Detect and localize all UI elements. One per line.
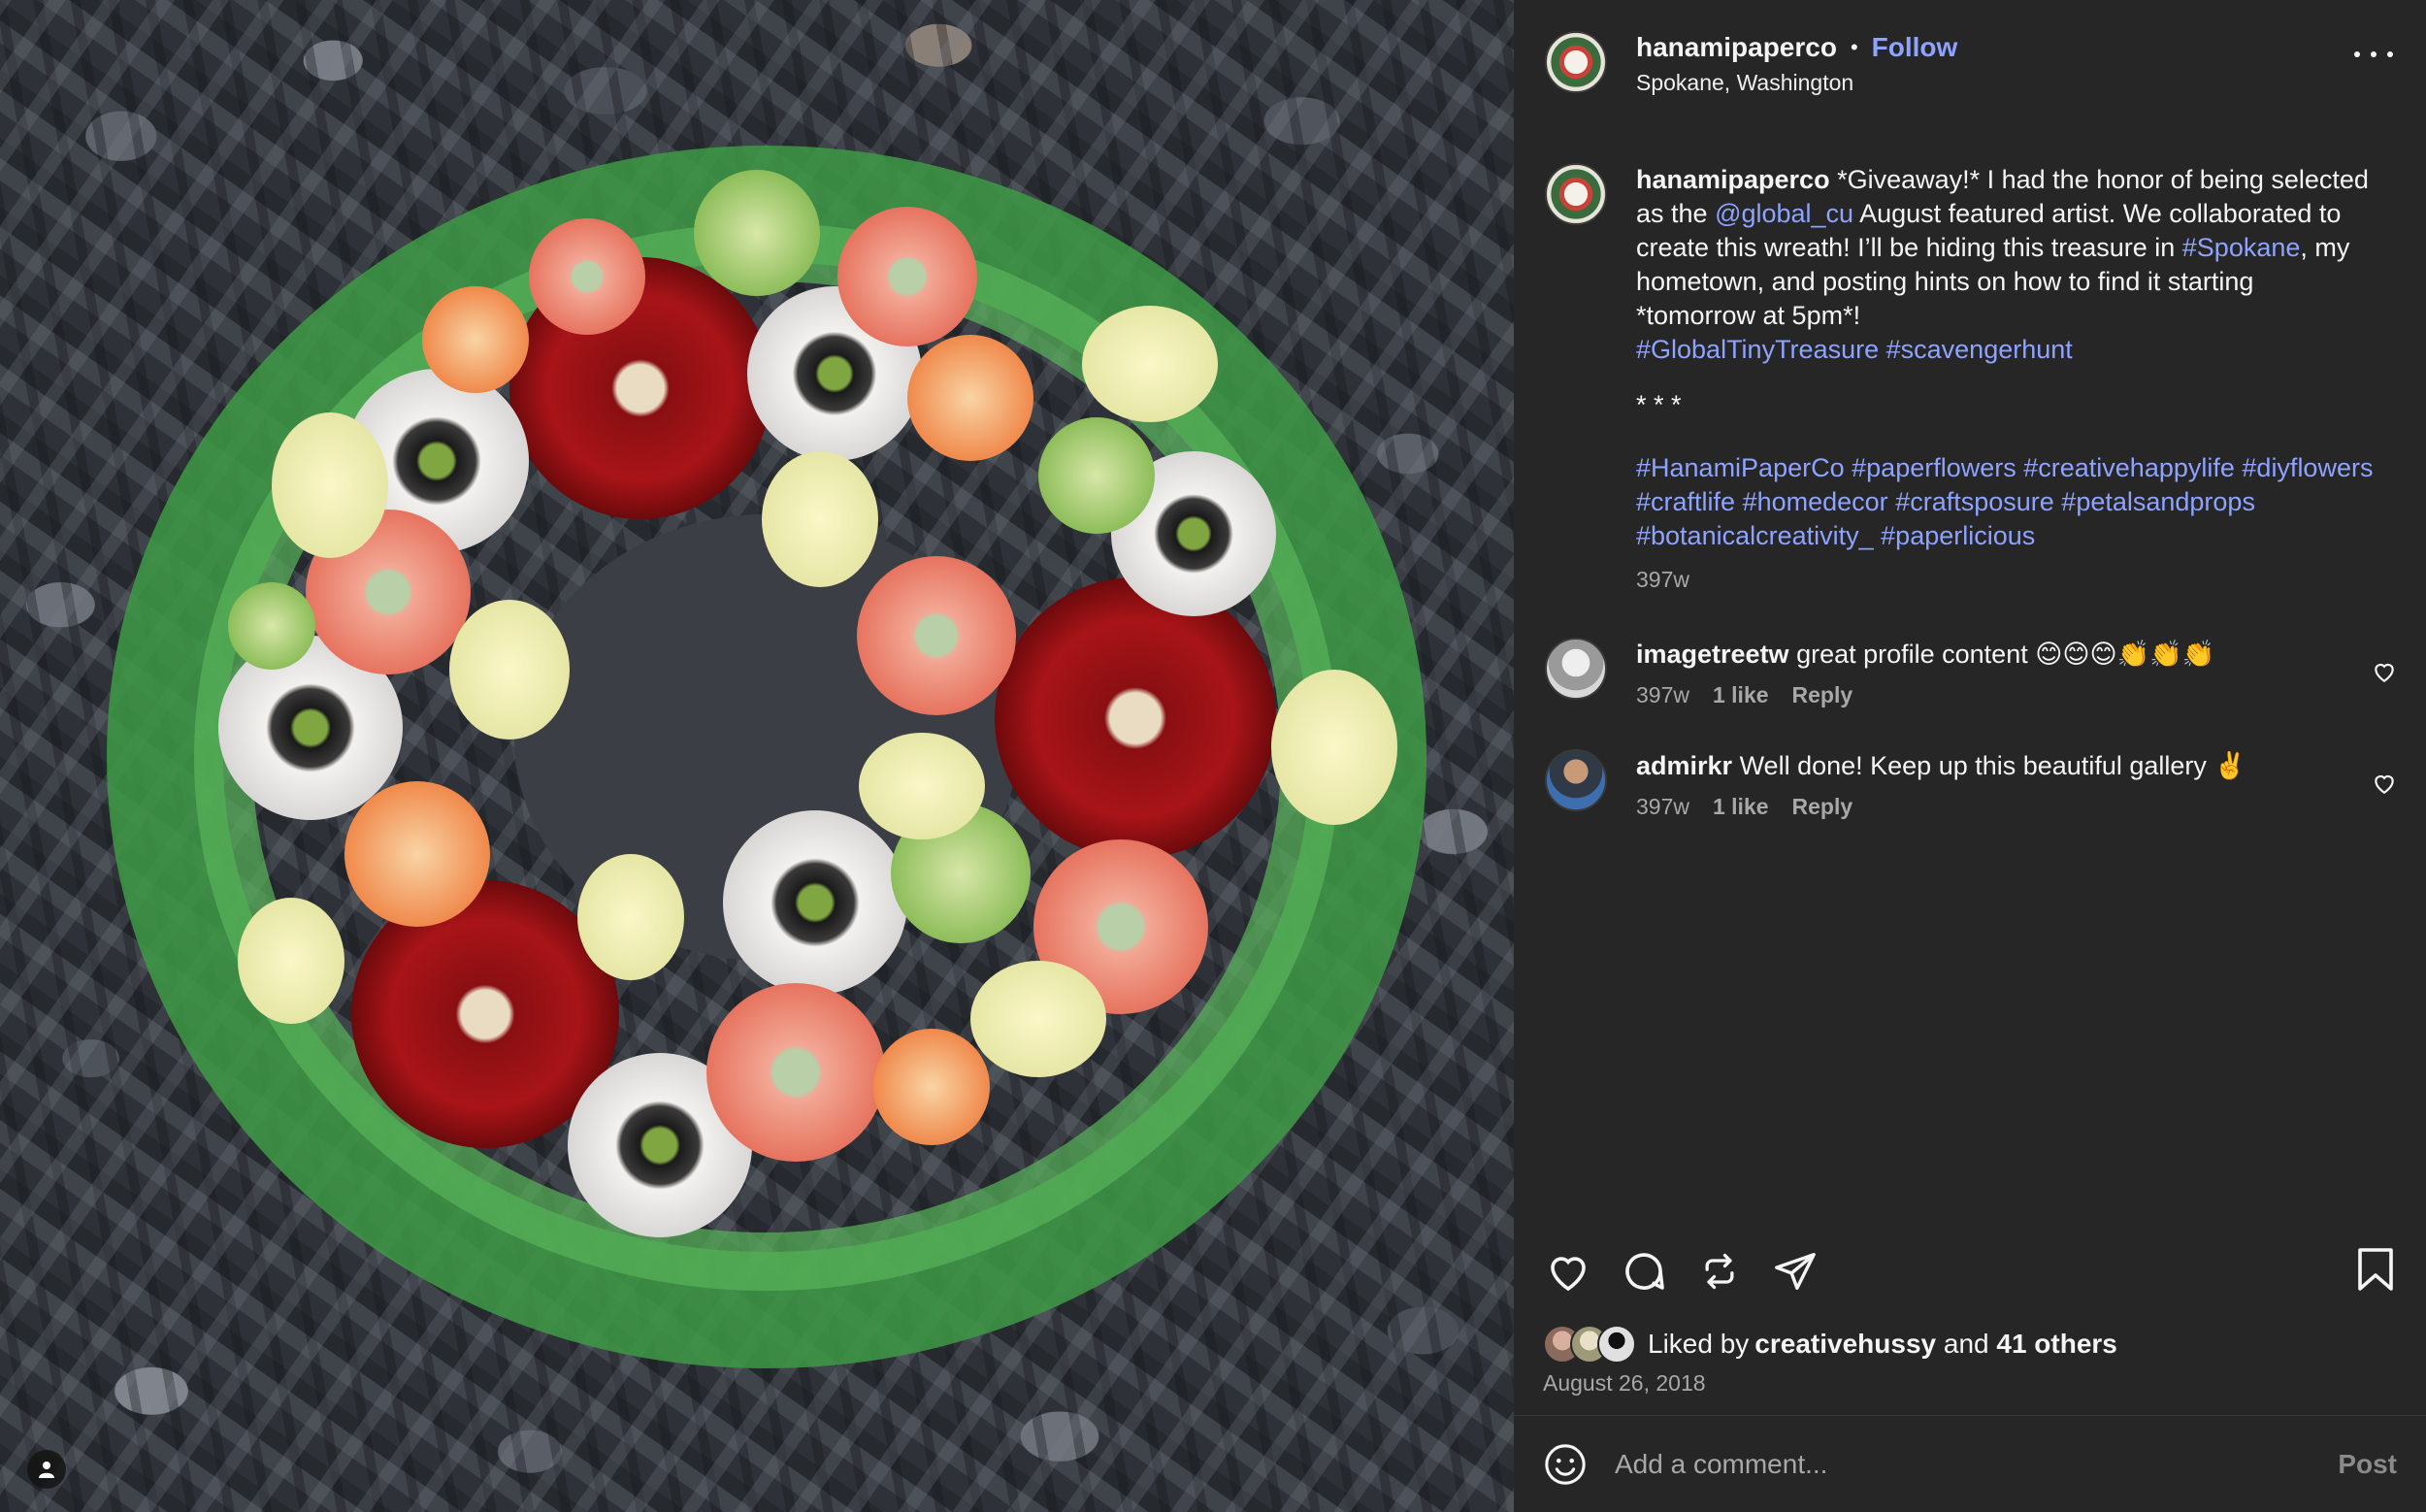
tagged-users-button[interactable] [27, 1450, 66, 1489]
like-comment-heart-icon[interactable] [2372, 659, 2397, 684]
hashtag-link[interactable]: #scavengerhunt [1886, 335, 2073, 364]
hashtag-link[interactable]: #paperlicious [1881, 521, 2035, 550]
like-button[interactable] [1543, 1246, 1593, 1297]
post-location[interactable]: Spokane, Washington [1636, 70, 1957, 96]
add-comment-bar: Add a comment... Post [1514, 1415, 2426, 1512]
comment-likes-count[interactable]: 1 like [1713, 682, 1769, 708]
bookmark-icon [2358, 1248, 2393, 1291]
post-date[interactable]: August 26, 2018 [1514, 1366, 2426, 1415]
comment-text: great profile content 😊😊😊👏👏👏 [1788, 640, 2215, 669]
caption-hashtags: #HanamiPaperCo #paperflowers #creativeha… [1636, 451, 2374, 553]
likes-summary[interactable]: Liked by creativehussy and 41 others [1514, 1322, 2426, 1366]
comment-input[interactable]: Add a comment... [1615, 1449, 2338, 1480]
comment-text: Well done! Keep up this beautiful galler… [1732, 751, 2246, 780]
reply-button[interactable]: Reply [1792, 794, 1853, 820]
comment-item: admirkr Well done! Keep up this beautifu… [1545, 749, 2397, 820]
commenter-username[interactable]: admirkr [1636, 751, 1732, 780]
post-caption: hanamipaperco *Giveaway!* I had the hono… [1545, 130, 2397, 597]
author-avatar[interactable] [1545, 31, 1607, 93]
caption-author-avatar[interactable] [1545, 163, 1607, 225]
commenter-avatar[interactable] [1545, 638, 1607, 700]
hashtag-link[interactable]: #homedecor [1743, 487, 1888, 516]
liked-by-user[interactable]: creativehussy [1754, 1329, 1936, 1360]
share-button[interactable] [1770, 1246, 1820, 1297]
hashtag-link[interactable]: #Spokane [2182, 233, 2301, 262]
author-username[interactable]: hanamipaperco [1636, 31, 1837, 64]
comment-likes-count[interactable]: 1 like [1713, 794, 1769, 820]
liker-avatars [1543, 1325, 1636, 1364]
emoji-icon[interactable] [1543, 1442, 1588, 1487]
like-comment-heart-icon[interactable] [2372, 771, 2397, 796]
save-button[interactable] [2354, 1245, 2397, 1298]
repost-button[interactable] [1694, 1246, 1745, 1297]
heart-icon [1551, 1256, 1586, 1291]
more-options-icon[interactable] [2354, 43, 2393, 66]
hashtag-link[interactable]: #craftlife [1636, 487, 1735, 516]
comments-scroll-area[interactable]: hanamipaperco *Giveaway!* I had the hono… [1514, 130, 2426, 1219]
reply-button[interactable]: Reply [1792, 682, 1853, 708]
comment-button[interactable] [1619, 1246, 1669, 1297]
repost-icon [1705, 1253, 1734, 1289]
hashtag-link[interactable]: #petalsandprops [2061, 487, 2255, 516]
mention-link[interactable]: @global_cu [1715, 199, 1853, 228]
comment-bubble-icon [1625, 1252, 1664, 1290]
caption-timestamp[interactable]: 397w [1636, 563, 2374, 597]
hashtag-link[interactable]: #GlobalTinyTreasure [1636, 335, 1879, 364]
hashtag-link[interactable]: #botanicalcreativity_ [1636, 521, 1874, 550]
post-modal: hanamipaperco • Follow Spokane, Washingt… [0, 0, 2426, 1512]
post-actions-bar [1514, 1219, 2426, 1322]
commenter-avatar[interactable] [1545, 749, 1607, 811]
hashtag-link[interactable]: #diyflowers [2242, 453, 2373, 482]
comment-timestamp[interactable]: 397w [1636, 794, 1689, 820]
person-icon [39, 1462, 54, 1478]
hashtag-link[interactable]: #HanamiPaperCo [1636, 453, 1845, 482]
follow-button[interactable]: Follow [1872, 31, 1958, 64]
post-header: hanamipaperco • Follow Spokane, Washingt… [1514, 0, 2426, 130]
liker-avatar [1597, 1325, 1636, 1364]
caption-text: hanamipaperco *Giveaway!* I had the hono… [1636, 165, 2369, 364]
liked-by-others[interactable]: 41 others [1996, 1329, 2117, 1360]
post-comment-button[interactable]: Post [2338, 1449, 2397, 1480]
hashtag-link[interactable]: #craftsposure [1895, 487, 2054, 516]
caption-username[interactable]: hanamipaperco [1636, 165, 1830, 194]
hashtag-link[interactable]: #creativehappylife [2023, 453, 2235, 482]
separator-dot: • [1850, 35, 1858, 59]
comment-item: imagetreetw great profile content 😊😊😊👏👏👏… [1545, 638, 2397, 708]
commenter-username[interactable]: imagetreetw [1636, 640, 1789, 669]
post-image[interactable] [0, 0, 1514, 1512]
paper-flower-wreath [107, 146, 1426, 1368]
post-details-panel: hanamipaperco • Follow Spokane, Washingt… [1514, 0, 2426, 1512]
caption-separator: * * * [1636, 390, 1682, 419]
comment-timestamp[interactable]: 397w [1636, 682, 1689, 708]
hashtag-link[interactable]: #paperflowers [1852, 453, 2016, 482]
send-paper-plane-icon [1775, 1252, 1816, 1290]
